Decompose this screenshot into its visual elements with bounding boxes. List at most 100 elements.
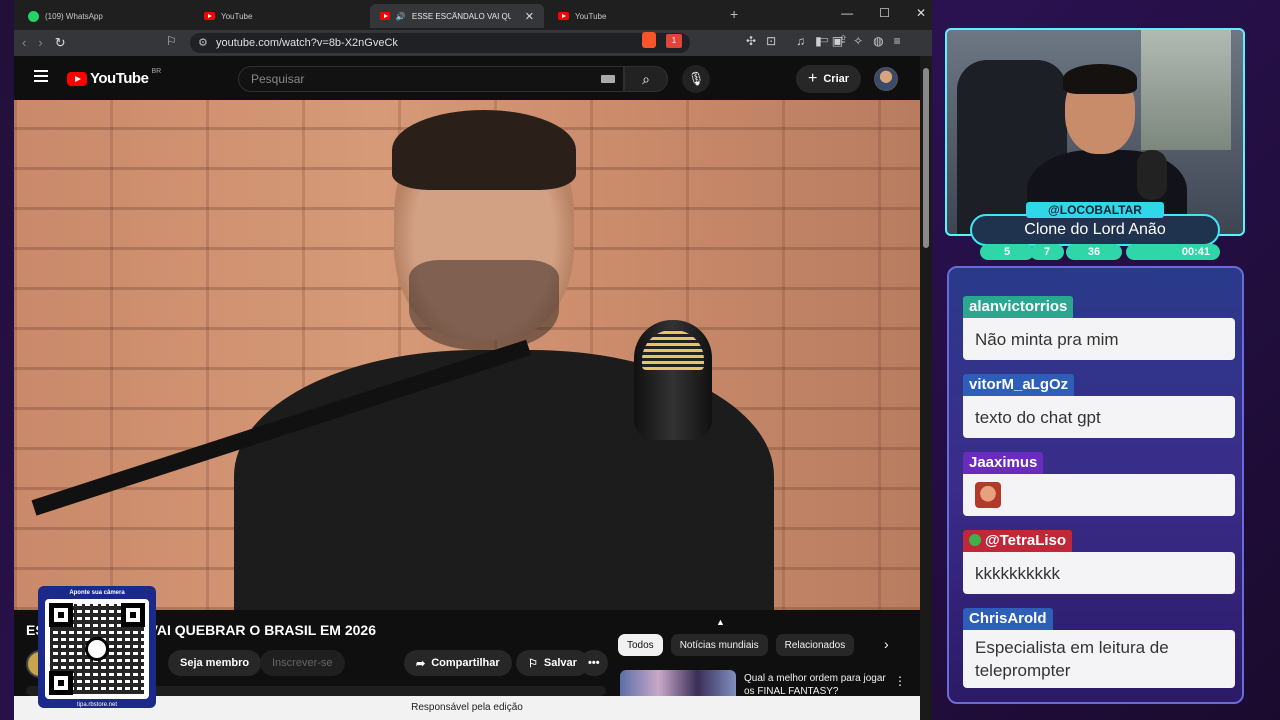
streamer-title: Clone do Lord Anão bbox=[970, 214, 1220, 246]
speaker-icon: 🔊 bbox=[395, 11, 406, 21]
chat-message: vitorM_aLgOz texto do chat gpt bbox=[963, 374, 1235, 438]
streamer-handle: @LOCOBALTAR bbox=[1026, 202, 1164, 218]
bookmark-icon[interactable]: ⚐ bbox=[166, 34, 177, 48]
tab-youtube-2[interactable]: YouTube bbox=[548, 4, 720, 28]
bookmark-save-icon: ⚐ bbox=[528, 657, 538, 670]
join-button[interactable]: Seja membro bbox=[168, 650, 262, 676]
voice-search-button[interactable]: 🎙 bbox=[682, 65, 710, 93]
youtube-logo[interactable]: YouTube BR bbox=[67, 68, 162, 87]
tab-title: ESSE ESCÂNDALO VAI QUEBRAR O bbox=[411, 11, 511, 21]
site-info-icon[interactable]: ⚙ bbox=[198, 36, 208, 49]
chat-username: @TetraLiso bbox=[963, 530, 1073, 552]
extensions-icon[interactable]: ✣ bbox=[746, 34, 756, 48]
share-button[interactable]: ➦ Compartilhar bbox=[404, 650, 512, 676]
kebab-menu-icon[interactable]: ⋮ bbox=[894, 674, 906, 688]
music-icon[interactable]: ♫ bbox=[796, 34, 805, 48]
streamer-title-text: Clone do Lord Anão bbox=[1024, 221, 1166, 238]
chat-text: kkkkkkkkkk bbox=[963, 552, 1235, 594]
chat-username: ChrisArold bbox=[963, 608, 1053, 630]
youtube-play-icon bbox=[67, 71, 87, 86]
forward-icon[interactable]: › bbox=[38, 35, 42, 51]
youtube-wordmark: YouTube bbox=[90, 70, 149, 87]
search-placeholder: Pesquisar bbox=[251, 72, 305, 86]
hamburger-menu-icon[interactable] bbox=[34, 70, 48, 82]
window-controls: — ☐ ✕ bbox=[841, 6, 926, 20]
brave-shields-icon[interactable] bbox=[642, 32, 656, 48]
chat-message: @TetraLiso kkkkkkkkkk bbox=[963, 530, 1235, 594]
join-label: Seja membro bbox=[180, 657, 250, 669]
whatsapp-icon bbox=[28, 10, 39, 22]
chat-message: Jaaximus bbox=[963, 452, 1235, 516]
save-button[interactable]: ⚐ Salvar bbox=[516, 650, 589, 676]
screenshot-icon[interactable]: ⊡ bbox=[766, 34, 776, 48]
chip-todos[interactable]: Todos bbox=[618, 634, 663, 656]
stat-3: 36 bbox=[1066, 244, 1122, 260]
share-arrow-icon: ➦ bbox=[416, 657, 426, 670]
webcam-background-window bbox=[1141, 30, 1231, 150]
more-actions-button[interactable]: ••• bbox=[580, 650, 608, 676]
chip-relacionados[interactable]: Relacionados bbox=[775, 634, 855, 656]
presenter-hair bbox=[392, 110, 576, 190]
vpn-icon[interactable]: ◍ bbox=[873, 34, 883, 48]
tab-youtube-1[interactable]: YouTube bbox=[194, 4, 366, 28]
recommendation-title[interactable]: Qual a melhor ordem para jogar os FINAL … bbox=[744, 672, 894, 698]
reload-icon[interactable]: ↻ bbox=[55, 35, 66, 51]
share-label: Compartilhar bbox=[431, 657, 500, 669]
search-button[interactable]: ⌕ bbox=[624, 66, 668, 92]
minimize-icon[interactable]: — bbox=[841, 6, 853, 20]
tab-whatsapp[interactable]: (109) WhatsApp bbox=[18, 4, 190, 28]
scrollbar-thumb[interactable] bbox=[923, 68, 929, 248]
tab-title: (109) WhatsApp bbox=[45, 11, 103, 21]
search-icon: ⌕ bbox=[642, 71, 650, 87]
face-emote-icon bbox=[975, 482, 1001, 508]
youtube-favicon-icon bbox=[204, 12, 215, 20]
chat-username: vitorM_aLgOz bbox=[963, 374, 1075, 396]
menu-icon[interactable]: ≡ bbox=[894, 34, 901, 48]
podcast-microphone bbox=[634, 320, 712, 440]
tab-youtube-active[interactable]: 🔊 ESSE ESCÂNDALO VAI QUEBRAR O ✕ bbox=[370, 4, 544, 28]
webcam-microphone bbox=[1137, 150, 1167, 200]
new-tab-icon[interactable]: + bbox=[730, 6, 738, 22]
video-player[interactable] bbox=[14, 100, 920, 610]
create-label: Criar bbox=[823, 73, 850, 85]
close-tab-icon[interactable]: ✕ bbox=[525, 10, 534, 23]
footer-text: Responsável pela edição bbox=[411, 702, 523, 713]
chat-username-text: @TetraLiso bbox=[985, 532, 1067, 549]
subscribe-button[interactable]: Inscrever-se bbox=[260, 650, 345, 676]
streamer-badge: Clone do Lord Anão @LOCOBALTAR 5 7 36 00… bbox=[970, 202, 1220, 262]
leo-icon[interactable]: ✧ bbox=[853, 34, 863, 48]
subscribe-label: Inscrever-se bbox=[272, 657, 333, 669]
chat-username: Jaaximus bbox=[963, 452, 1044, 474]
sidebar-icon[interactable]: ▮ bbox=[815, 34, 822, 48]
webcam-streamer-hair bbox=[1063, 64, 1137, 94]
account-avatar[interactable] bbox=[874, 67, 898, 91]
plus-icon: + bbox=[808, 70, 818, 87]
address-bar[interactable]: ⚙ youtube.com/watch?v=8b-X2nGveCk bbox=[190, 33, 690, 53]
youtube-favicon-icon bbox=[380, 12, 390, 20]
chip-noticias[interactable]: Notícias mundiais bbox=[670, 634, 768, 656]
chat-text bbox=[963, 474, 1235, 516]
keyboard-icon[interactable] bbox=[601, 75, 615, 83]
country-code: BR bbox=[151, 68, 162, 75]
url-text: youtube.com/watch?v=8b-X2nGveCk bbox=[216, 37, 398, 49]
browser-toolbar: ‹ › ↻ ⚐ ⚙ youtube.com/watch?v=8b-X2nGveC… bbox=[14, 30, 932, 56]
create-button[interactable]: + Criar bbox=[796, 65, 862, 93]
stat-2: 7 bbox=[1030, 244, 1064, 260]
qr-overlay: Aponte sua câmera tipa.rbstore.net bbox=[38, 586, 156, 708]
stat-1: 5 bbox=[980, 244, 1034, 260]
page-scrollbar[interactable] bbox=[920, 56, 932, 720]
maximize-icon[interactable]: ☐ bbox=[879, 6, 890, 20]
chat-message: alanvictorrios Não minta pra mim bbox=[963, 296, 1235, 360]
chat-text: texto do chat gpt bbox=[963, 396, 1235, 438]
brave-rewards-icon[interactable]: 1 bbox=[666, 34, 682, 48]
chevron-right-icon[interactable]: › bbox=[884, 636, 889, 652]
back-icon[interactable]: ‹ bbox=[22, 35, 26, 51]
wallet-icon[interactable]: ▣ bbox=[832, 34, 843, 48]
more-icon: ••• bbox=[588, 657, 600, 669]
qr-finder bbox=[49, 671, 73, 695]
save-label: Salvar bbox=[543, 657, 577, 669]
close-window-icon[interactable]: ✕ bbox=[916, 6, 926, 20]
nav-buttons: ‹ › ↻ bbox=[22, 35, 66, 51]
search-input[interactable]: Pesquisar bbox=[238, 66, 624, 92]
tab-bar: (109) WhatsApp YouTube 🔊 ESSE ESCÂNDALO … bbox=[14, 0, 932, 30]
